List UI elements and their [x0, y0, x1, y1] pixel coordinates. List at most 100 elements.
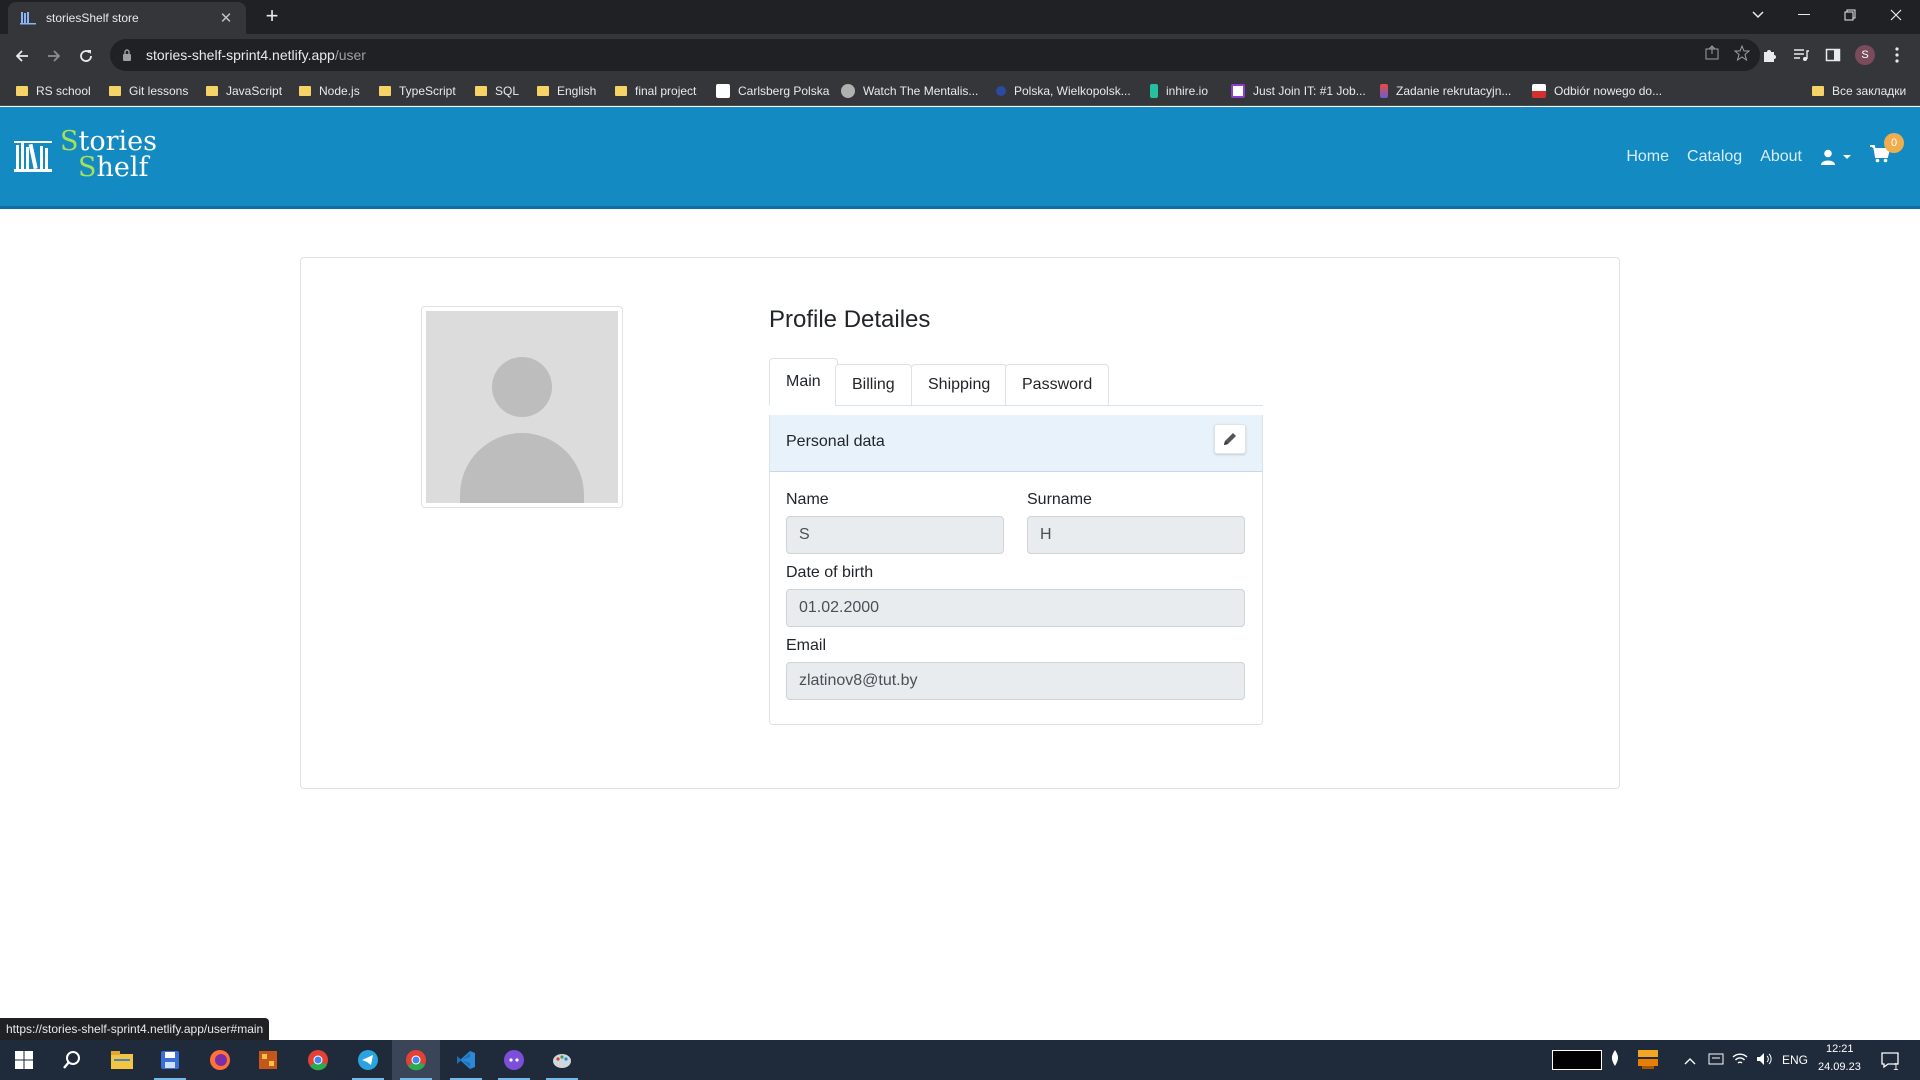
bookmark-label: final project — [635, 84, 697, 98]
bookmark-label: Node.js — [319, 84, 360, 98]
save-app-icon[interactable] — [146, 1040, 194, 1080]
tab-search-icon[interactable] — [1736, 0, 1780, 30]
bookmark-folder-typescript[interactable]: TypeScript — [379, 82, 456, 100]
name-field[interactable]: S — [786, 516, 1004, 554]
keyboard-layout-widget[interactable] — [1552, 1050, 1602, 1070]
file-explorer-icon[interactable] — [98, 1040, 146, 1080]
language-indicator[interactable]: ENG — [1782, 1053, 1808, 1067]
nav-home-link[interactable]: Home — [1626, 148, 1669, 166]
bookmark-folder-final-project[interactable]: final project — [615, 82, 696, 100]
chrome-active-icon[interactable] — [392, 1040, 440, 1080]
logo-text: Stories Shelf — [60, 128, 157, 183]
tab-close-icon[interactable]: ✕ — [218, 9, 234, 27]
show-hidden-icons-chevron-icon[interactable] — [1684, 1052, 1696, 1070]
url-path: /user — [334, 47, 366, 63]
site-icon — [1231, 84, 1245, 98]
page-icon — [716, 84, 730, 98]
nav-catalog-link[interactable]: Catalog — [1687, 148, 1742, 166]
extensions-puzzle-icon[interactable] — [1758, 44, 1780, 66]
tab-billing[interactable]: Billing — [835, 364, 912, 406]
minimize-button[interactable] — [1782, 0, 1826, 30]
share-icon[interactable] — [1704, 45, 1720, 66]
user-menu-dropdown[interactable] — [1820, 149, 1852, 165]
volume-icon[interactable] — [1756, 1052, 1774, 1071]
all-bookmarks[interactable]: Все закладки — [1812, 82, 1906, 100]
bookmark-folder-nodejs[interactable]: Node.js — [299, 82, 360, 100]
site-logo[interactable]: Stories Shelf — [14, 128, 157, 183]
firefox-icon[interactable] — [196, 1040, 244, 1080]
pencil-icon — [1224, 433, 1236, 445]
bookmark-folder-english[interactable]: English — [537, 82, 596, 100]
dob-field[interactable]: 01.02.2000 — [786, 589, 1245, 627]
personal-data-panel: Personal data Name S Surname H Date of b… — [769, 415, 1263, 725]
forward-arrow-icon[interactable] — [40, 42, 68, 70]
search-icon[interactable] — [48, 1040, 96, 1080]
side-panel-icon[interactable] — [1822, 44, 1844, 66]
lock-icon[interactable] — [122, 48, 136, 62]
reload-icon[interactable] — [72, 42, 100, 70]
media-playlist-icon[interactable] — [1790, 44, 1812, 66]
address-bar[interactable]: stories-shelf-sprint4.netlify.app /user — [110, 39, 1760, 71]
close-window-button[interactable] — [1874, 0, 1918, 30]
fire-icon[interactable] — [1610, 1050, 1620, 1071]
paint-app-icon[interactable] — [538, 1040, 586, 1080]
folder-icon — [379, 86, 391, 96]
browser-tab[interactable]: storiesShelf store ✕ — [8, 2, 246, 34]
bookmark-justjoinit[interactable]: Just Join IT: #1 Job... — [1231, 82, 1366, 100]
browser-profile-avatar[interactable]: S — [1855, 45, 1875, 65]
tab-password[interactable]: Password — [1005, 364, 1110, 406]
bookmark-inhire[interactable]: inhire.io — [1150, 82, 1208, 100]
new-tab-button[interactable]: + — [260, 5, 284, 29]
profile-tabs: Main Billing Shipping Password — [769, 358, 1263, 406]
folder-icon — [615, 86, 627, 96]
bookmark-folder-javascript[interactable]: JavaScript — [206, 82, 282, 100]
email-field[interactable]: zlatinov8@tut.by — [786, 662, 1245, 700]
bookmark-label: Carlsberg Polska — [738, 84, 830, 98]
bookmark-zadanie[interactable]: Zadanie rekrutacyjn... — [1380, 82, 1511, 100]
discord-icon[interactable] — [490, 1040, 538, 1080]
bookmark-label: English — [557, 84, 597, 98]
cart-count-badge: 0 — [1884, 133, 1904, 153]
folder-icon — [299, 86, 311, 96]
browser-menu-icon[interactable] — [1886, 44, 1908, 66]
folder-icon — [206, 86, 218, 96]
logo-initial: S — [78, 152, 97, 183]
bookmark-folder-git-lessons[interactable]: Git lessons — [109, 82, 188, 100]
cart-button[interactable]: 0 — [1870, 133, 1904, 168]
folder-icon — [16, 86, 28, 96]
back-arrow-icon[interactable] — [8, 42, 36, 70]
clock-date[interactable]: 24.09.23 — [1818, 1061, 1861, 1073]
bookmark-carlsberg[interactable]: Carlsberg Polska — [716, 82, 829, 100]
nav-about-link[interactable]: About — [1760, 148, 1802, 166]
windows-start-icon[interactable] — [0, 1040, 48, 1080]
bookshelf-favicon-icon — [20, 10, 36, 26]
avatar-placeholder-icon — [426, 311, 618, 503]
clock-time[interactable]: 12:21 — [1826, 1043, 1854, 1055]
notification-center-icon[interactable]: 1 — [1880, 1050, 1900, 1073]
edit-button[interactable] — [1214, 424, 1246, 454]
chrome-icon[interactable] — [294, 1040, 342, 1080]
keyboard-icon[interactable] — [1708, 1052, 1724, 1071]
bookmark-label: Git lessons — [129, 84, 189, 98]
surname-field[interactable]: H — [1027, 516, 1245, 554]
site-icon — [996, 86, 1006, 96]
site-icon — [1532, 84, 1546, 98]
folder-icon — [537, 86, 549, 96]
tab-shipping[interactable]: Shipping — [911, 364, 1008, 406]
tray-app-icon[interactable] — [1636, 1048, 1660, 1075]
bookmark-star-icon[interactable] — [1733, 44, 1751, 66]
vscode-icon[interactable] — [442, 1040, 490, 1080]
media-app-icon[interactable] — [244, 1040, 292, 1080]
telegram-icon[interactable] — [344, 1040, 392, 1080]
tab-main[interactable]: Main — [769, 358, 838, 406]
restore-button[interactable] — [1828, 0, 1872, 30]
wifi-icon[interactable] — [1732, 1052, 1748, 1071]
bookmark-polska[interactable]: Polska, Wielkopolsk... — [996, 82, 1131, 100]
folder-icon — [1812, 86, 1824, 96]
bookmark-folder-sql[interactable]: SQL — [475, 82, 519, 100]
bookmark-odbior[interactable]: Odbiór nowego do... — [1532, 82, 1662, 100]
folder-icon — [475, 86, 487, 96]
bookmark-folder-rs-school[interactable]: RS school — [16, 82, 91, 100]
bookmark-label: SQL — [495, 84, 520, 98]
bookmark-mentalist[interactable]: Watch The Mentalis... — [841, 82, 978, 100]
